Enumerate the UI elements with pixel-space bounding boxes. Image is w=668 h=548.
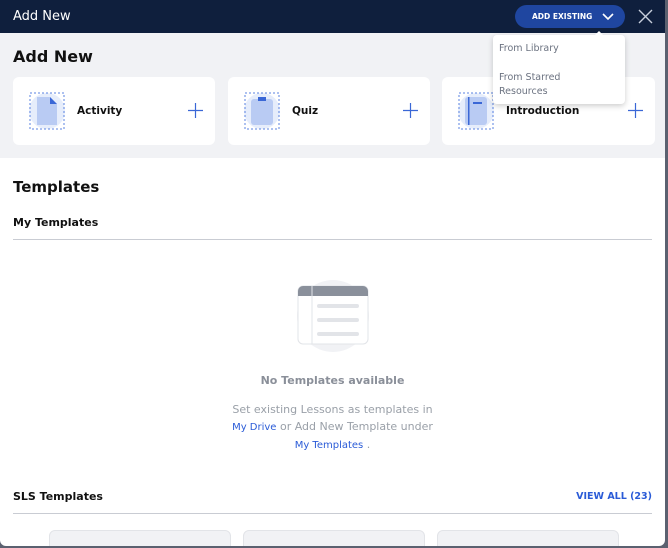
dialog-title: Add New	[13, 9, 71, 24]
menu-item-from-starred-resources[interactable]: From Starred Resources	[499, 71, 619, 99]
card-quiz[interactable]: Quiz	[228, 77, 430, 145]
my-templates-heading: My Templates	[13, 216, 99, 229]
empty-title: No Templates available	[260, 374, 405, 387]
menu-item-label: Resources	[499, 86, 548, 97]
period: .	[363, 438, 371, 451]
add-existing-button[interactable]: ADD EXISTING	[515, 5, 625, 28]
sls-templates-heading: SLS Templates	[13, 490, 103, 503]
chevron-down-icon	[602, 12, 614, 20]
plus-icon[interactable]	[628, 103, 643, 118]
templates-section: Templates My Templates No Templates avai…	[0, 178, 665, 514]
empty-text: Set existing Lessons as templates in	[232, 403, 433, 416]
empty-state: No Templates available Set existing Less…	[13, 240, 652, 454]
plus-icon[interactable]	[188, 103, 203, 118]
template-card[interactable]	[243, 530, 425, 546]
menu-item-label: From Starred	[499, 72, 561, 83]
view-all-link[interactable]: VIEW ALL (23)	[576, 491, 652, 502]
plus-icon[interactable]	[403, 103, 418, 118]
menu-item-from-library[interactable]: From Library	[499, 42, 619, 56]
template-card[interactable]	[49, 530, 231, 546]
card-activity[interactable]: Activity	[13, 77, 215, 145]
empty-text: or Add New Template under	[276, 420, 433, 433]
add-existing-dropdown: From Library From Starred Resources	[493, 31, 625, 104]
quiz-clipboard-icon	[244, 92, 280, 130]
activity-document-icon	[29, 92, 65, 130]
template-card[interactable]	[437, 530, 619, 546]
card-label: Activity	[77, 105, 123, 117]
add-new-dialog: Add New ADD EXISTING Add New Activity Qu…	[0, 0, 665, 546]
dialog-header: Add New ADD EXISTING	[0, 0, 665, 33]
add-existing-label: ADD EXISTING	[532, 12, 593, 21]
templates-heading: Templates	[13, 178, 100, 196]
introduction-book-icon	[458, 92, 494, 130]
card-label: Quiz	[292, 105, 319, 117]
my-templates-link[interactable]: My Templates	[295, 440, 364, 451]
close-icon[interactable]	[637, 8, 654, 25]
my-drive-link[interactable]: My Drive	[232, 422, 276, 433]
empty-table-illustration	[296, 280, 369, 352]
card-label: Introduction	[506, 105, 580, 117]
